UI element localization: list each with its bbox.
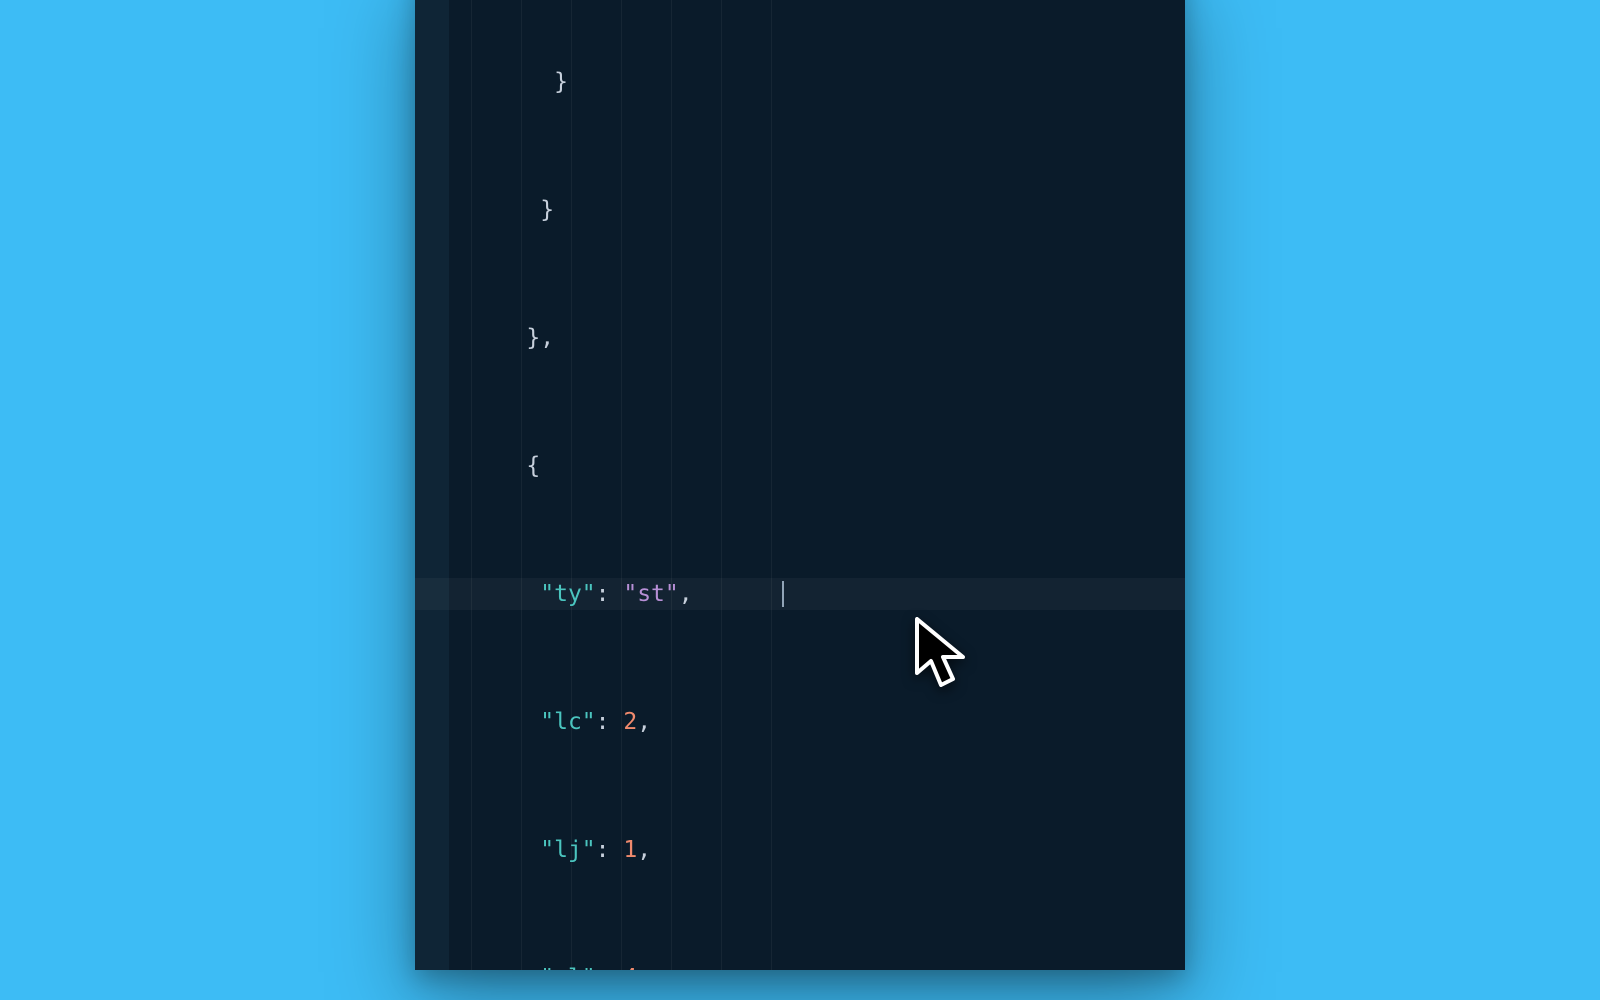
brace-open: { (526, 453, 540, 479)
code-line[interactable]: "lc": 2, (415, 706, 1185, 738)
json-key-lc: "lc" (540, 709, 595, 735)
code-area[interactable]: } } }, { "ty": "st", "lc": 2, "lj": 1, "… (415, 0, 1185, 970)
code-line[interactable]: } (415, 194, 1185, 226)
json-key-lj: "lj" (540, 837, 595, 863)
comma: , (679, 581, 693, 607)
json-value-st: "st" (623, 581, 678, 607)
indent (471, 325, 526, 351)
indent (471, 965, 540, 970)
code-editor[interactable]: } } }, { "ty": "st", "lc": 2, "lj": 1, "… (415, 0, 1185, 970)
json-key-ty: "ty" (540, 581, 595, 607)
colon: : (596, 581, 624, 607)
mouse-cursor-icon (911, 615, 981, 695)
json-value-4: 4 (623, 965, 637, 970)
colon: : (596, 837, 624, 863)
comma: , (637, 965, 651, 970)
code-line[interactable]: "ty": "st", (415, 578, 1185, 610)
code-line[interactable]: } (415, 66, 1185, 98)
indent (471, 197, 540, 223)
code-line[interactable]: }, (415, 322, 1185, 354)
indent (471, 453, 526, 479)
brace-close: } (540, 197, 554, 223)
indent (471, 581, 540, 607)
code-line[interactable]: { (415, 450, 1185, 482)
colon: : (596, 965, 624, 970)
json-value-2: 2 (623, 709, 637, 735)
indent (471, 709, 540, 735)
comma: , (637, 837, 651, 863)
code-line[interactable]: "lj": 1, (415, 834, 1185, 866)
brace-close: } (554, 69, 568, 95)
indent (471, 69, 554, 95)
json-key-ml: "ml" (540, 965, 595, 970)
brace-close-comma: }, (526, 325, 554, 351)
app-stage: } } }, { "ty": "st", "lc": 2, "lj": 1, "… (0, 0, 1600, 1000)
colon: : (596, 709, 624, 735)
json-value-1: 1 (623, 837, 637, 863)
comma: , (637, 709, 651, 735)
indent (471, 837, 540, 863)
code-line[interactable]: "ml": 4, (415, 962, 1185, 970)
